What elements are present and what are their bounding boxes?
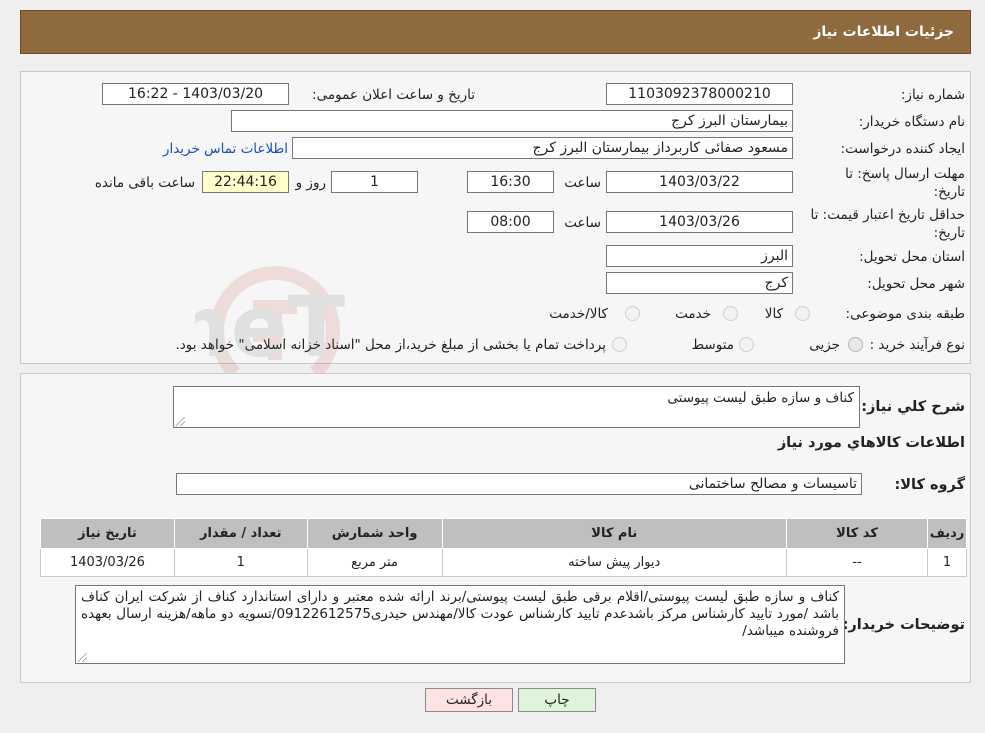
cell-quantity: 1 xyxy=(173,548,308,577)
reply-deadline-label: مهلت ارسال پاسخ: تا xyxy=(845,166,965,182)
goods-table: رديف کد کالا نام کالا واحد شمارش تعداد /… xyxy=(40,518,967,577)
category-label: طبقه بندی موضوعی: xyxy=(845,306,965,322)
process-radio-medium[interactable] xyxy=(739,337,754,352)
cell-goods-code: -- xyxy=(785,548,929,577)
requester-label: ایجاد کننده درخواست: xyxy=(840,141,965,157)
reply-deadline-label-line2: تاریخ: xyxy=(933,184,965,200)
treasury-payment-note: پرداخت تمام یا بخشی از مبلغ خرید،از محل … xyxy=(175,337,606,353)
cell-goods-name: دیوار پیش ساخته xyxy=(441,548,787,577)
category-option-goods-service: کالا/خدمت xyxy=(549,306,608,322)
buyer-notes-label: توضيحات خريدار: xyxy=(842,617,965,633)
cell-unit: متر مربع xyxy=(306,548,443,577)
reply-deadline-time-field: 16:30 xyxy=(467,171,554,193)
delivery-city-field: کرج xyxy=(606,272,793,294)
buyer-notes-textarea[interactable]: کناف و سازه طبق لیست پیوستی/اقلام برقی ط… xyxy=(75,585,845,664)
time-remaining-label: ساعت باقی مانده xyxy=(94,175,195,191)
reply-deadline-date-field: 1403/03/22 xyxy=(606,171,793,193)
days-label: روز و xyxy=(295,175,326,191)
reply-deadline-time-label: ساعت xyxy=(564,175,601,191)
price-validity-time-field: 08:00 xyxy=(467,211,554,233)
process-option-medium: متوسط xyxy=(691,337,734,353)
price-validity-label-line2: تاریخ: xyxy=(933,225,965,241)
buyer-org-label: نام دستگاه خریدار: xyxy=(858,114,965,130)
goods-info-title: اطلاعات کالاهاي مورد نياز xyxy=(777,435,965,451)
category-option-goods: کالا xyxy=(764,306,783,322)
delivery-province-field: البرز xyxy=(606,245,793,267)
cell-need-date: 1403/03/26 xyxy=(40,548,175,577)
price-validity-label: حداقل تاریخ اعتبار قیمت: تا xyxy=(810,207,965,223)
price-validity-time-label: ساعت xyxy=(564,215,601,231)
category-radio-service[interactable] xyxy=(723,306,738,321)
cell-row-number: 1 xyxy=(927,548,967,577)
table-row: 1 -- دیوار پیش ساخته متر مربع 1 1403/03/… xyxy=(40,548,967,577)
col-header-goods-code: کد کالا xyxy=(785,518,929,549)
buyer-notes-text: کناف و سازه طبق لیست پیوستی/اقلام برقی ط… xyxy=(81,589,839,639)
resize-grip-icon[interactable] xyxy=(176,417,185,426)
page-header: جزئیات اطلاعات نیاز xyxy=(20,10,971,54)
category-option-service: خدمت xyxy=(675,306,711,322)
col-header-unit: واحد شمارش xyxy=(306,518,443,549)
need-number-label: شماره نیاز: xyxy=(900,87,965,103)
summary-label: شرح کلي نياز: xyxy=(861,399,965,415)
goods-group-field: تاسیسات و مصالح ساختمانی xyxy=(176,473,862,495)
col-header-goods-name: نام کالا xyxy=(441,518,787,549)
category-radio-goods-service[interactable] xyxy=(625,306,640,321)
page-title: جزئیات اطلاعات نیاز xyxy=(813,24,954,40)
col-header-row-number: رديف xyxy=(927,518,967,549)
print-button[interactable]: چاپ xyxy=(518,688,596,712)
process-option-minor: جزیی xyxy=(809,337,840,353)
announce-datetime-field: 1403/03/20 - 16:22 xyxy=(102,83,289,105)
treasury-payment-checkbox[interactable] xyxy=(612,337,627,352)
summary-textarea[interactable]: کناف و سازه طبق لیست پیوستی xyxy=(173,386,860,428)
back-button[interactable]: بازگشت xyxy=(425,688,513,712)
delivery-province-label: استان محل تحویل: xyxy=(859,249,965,265)
summary-text: کناف و سازه طبق لیست پیوستی xyxy=(667,390,854,406)
process-radio-minor[interactable] xyxy=(848,337,863,352)
requester-field: مسعود صفائی کاربرداز بیمارستان البرز کرج xyxy=(292,137,793,159)
col-header-need-date: تاريخ نياز xyxy=(40,518,175,549)
category-radio-goods[interactable] xyxy=(795,306,810,321)
resize-grip-icon[interactable] xyxy=(78,653,87,662)
delivery-city-label: شهر محل تحویل: xyxy=(867,276,965,292)
purchase-process-label: نوع فرآیند خرید : xyxy=(869,337,965,353)
days-remaining-field: 1 xyxy=(331,171,418,193)
buyer-org-field: بیمارستان البرز کرج xyxy=(231,110,793,132)
need-number-field: 1103092378000210 xyxy=(606,83,793,105)
goods-group-label: گروه کالا: xyxy=(894,477,965,493)
announce-datetime-label: تاریخ و ساعت اعلان عمومی: xyxy=(312,87,475,103)
time-remaining-field: 22:44:16 xyxy=(202,171,289,193)
buyer-contact-link[interactable]: اطلاعات تماس خریدار xyxy=(163,141,288,157)
price-validity-date-field: 1403/03/26 xyxy=(606,211,793,233)
col-header-quantity: تعداد / مقدار xyxy=(173,518,308,549)
goods-table-header-row: رديف کد کالا نام کالا واحد شمارش تعداد /… xyxy=(40,518,967,549)
